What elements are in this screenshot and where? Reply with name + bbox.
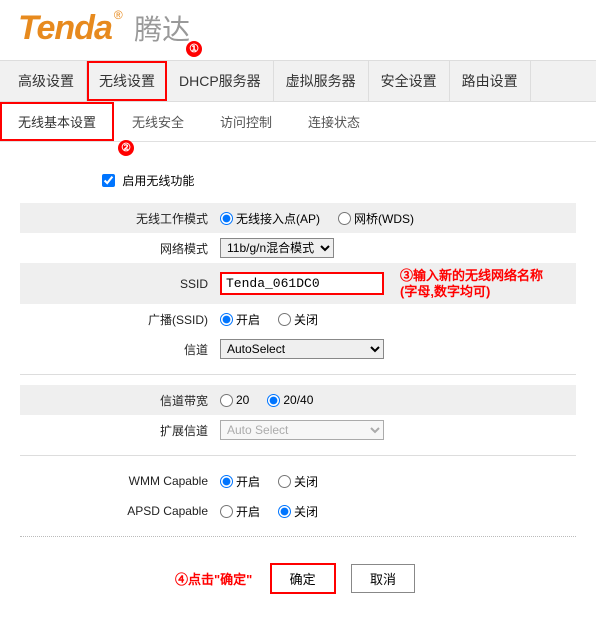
logo-brand: Tenda (18, 9, 112, 47)
annotation-3: ③输入新的无线网络名称(字母,数字均可) (400, 268, 543, 299)
nav-wireless[interactable]: 无线设置 (87, 61, 167, 101)
mode-label: 无线工作模式 (20, 210, 220, 227)
logo-cn: 腾达 (134, 14, 190, 45)
separator-3 (20, 536, 576, 537)
netmode-label: 网络模式 (20, 240, 220, 257)
broadcast-on-radio[interactable] (220, 313, 233, 326)
wmm-off-radio[interactable] (278, 475, 291, 488)
netmode-select[interactable]: 11b/g/n混合模式 (220, 238, 334, 258)
apsd-label: APSD Capable (20, 504, 220, 518)
main-nav: 高级设置 无线设置 DHCP服务器 虚拟服务器 安全设置 路由设置 (0, 60, 596, 102)
row-ext-channel: 扩展信道 Auto Select (20, 415, 576, 445)
broadcast-on-label: 开启 (236, 311, 260, 328)
subnav-status[interactable]: 连接状态 (290, 102, 378, 141)
logo-area: Tenda® 腾达 (0, 0, 596, 60)
content: 启用无线功能 无线工作模式 无线接入点(AP) 网桥(WDS) 网络模式 11b… (0, 142, 596, 622)
row-mode: 无线工作模式 无线接入点(AP) 网桥(WDS) (20, 203, 576, 233)
nav-advanced[interactable]: 高级设置 (0, 61, 87, 101)
apsd-on-radio[interactable] (220, 505, 233, 518)
mode-wds-label: 网桥(WDS) (354, 210, 414, 227)
row-broadcast: 广播(SSID) 开启 关闭 (20, 304, 576, 334)
button-row: ④点击"确定" 确定 取消 (20, 547, 576, 602)
broadcast-off-radio[interactable] (278, 313, 291, 326)
nav-virtual[interactable]: 虚拟服务器 (274, 61, 369, 101)
row-channel: 信道 AutoSelect (20, 334, 576, 364)
separator-2 (20, 455, 576, 456)
mode-ap-radio[interactable] (220, 212, 233, 225)
sub-nav: 无线基本设置 无线安全 访问控制 连接状态 (0, 102, 596, 142)
mode-wds-radio[interactable] (338, 212, 351, 225)
enable-wireless-checkbox[interactable] (102, 174, 115, 187)
bw-20-radio[interactable] (220, 394, 233, 407)
subnav-security[interactable]: 无线安全 (114, 102, 202, 141)
wmm-label: WMM Capable (20, 474, 220, 488)
nav-dhcp[interactable]: DHCP服务器 (167, 61, 274, 101)
logo-reg: ® (114, 8, 123, 22)
ext-channel-select: Auto Select (220, 420, 384, 440)
subnav-access[interactable]: 访问控制 (202, 102, 290, 141)
bw-2040-label: 20/40 (283, 393, 313, 407)
ext-channel-label: 扩展信道 (20, 422, 220, 439)
apsd-off-label: 关闭 (294, 503, 318, 520)
bw-20-label: 20 (236, 393, 249, 407)
enable-wireless-label: 启用无线功能 (122, 174, 194, 188)
wmm-off-label: 关闭 (294, 473, 318, 490)
broadcast-label: 广播(SSID) (20, 311, 220, 328)
channel-label: 信道 (20, 341, 220, 358)
bw-2040-radio[interactable] (267, 394, 280, 407)
ssid-label: SSID (20, 277, 220, 291)
mode-ap-label: 无线接入点(AP) (236, 210, 320, 227)
ok-button[interactable]: 确定 (270, 563, 336, 594)
row-wmm: WMM Capable 开启 关闭 (20, 466, 576, 496)
row-bandwidth: 信道带宽 20 20/40 (20, 385, 576, 415)
separator-1 (20, 374, 576, 375)
enable-row: 启用无线功能 (102, 172, 576, 189)
wmm-on-radio[interactable] (220, 475, 233, 488)
nav-security[interactable]: 安全设置 (369, 61, 450, 101)
cancel-button[interactable]: 取消 (351, 564, 415, 593)
row-ssid: SSID ③输入新的无线网络名称(字母,数字均可) (20, 263, 576, 304)
annotation-1: ① (186, 41, 202, 57)
nav-routing[interactable]: 路由设置 (450, 61, 531, 101)
wmm-on-label: 开启 (236, 473, 260, 490)
channel-select[interactable]: AutoSelect (220, 339, 384, 359)
subnav-basic[interactable]: 无线基本设置 (0, 102, 114, 141)
annotation-4: ④点击"确定" (175, 572, 252, 587)
broadcast-off-label: 关闭 (294, 311, 318, 328)
annotation-2: ② (118, 140, 134, 156)
row-netmode: 网络模式 11b/g/n混合模式 (20, 233, 576, 263)
ssid-input[interactable] (220, 272, 384, 295)
bandwidth-label: 信道带宽 (20, 392, 220, 409)
apsd-on-label: 开启 (236, 503, 260, 520)
apsd-off-radio[interactable] (278, 505, 291, 518)
row-apsd: APSD Capable 开启 关闭 (20, 496, 576, 526)
